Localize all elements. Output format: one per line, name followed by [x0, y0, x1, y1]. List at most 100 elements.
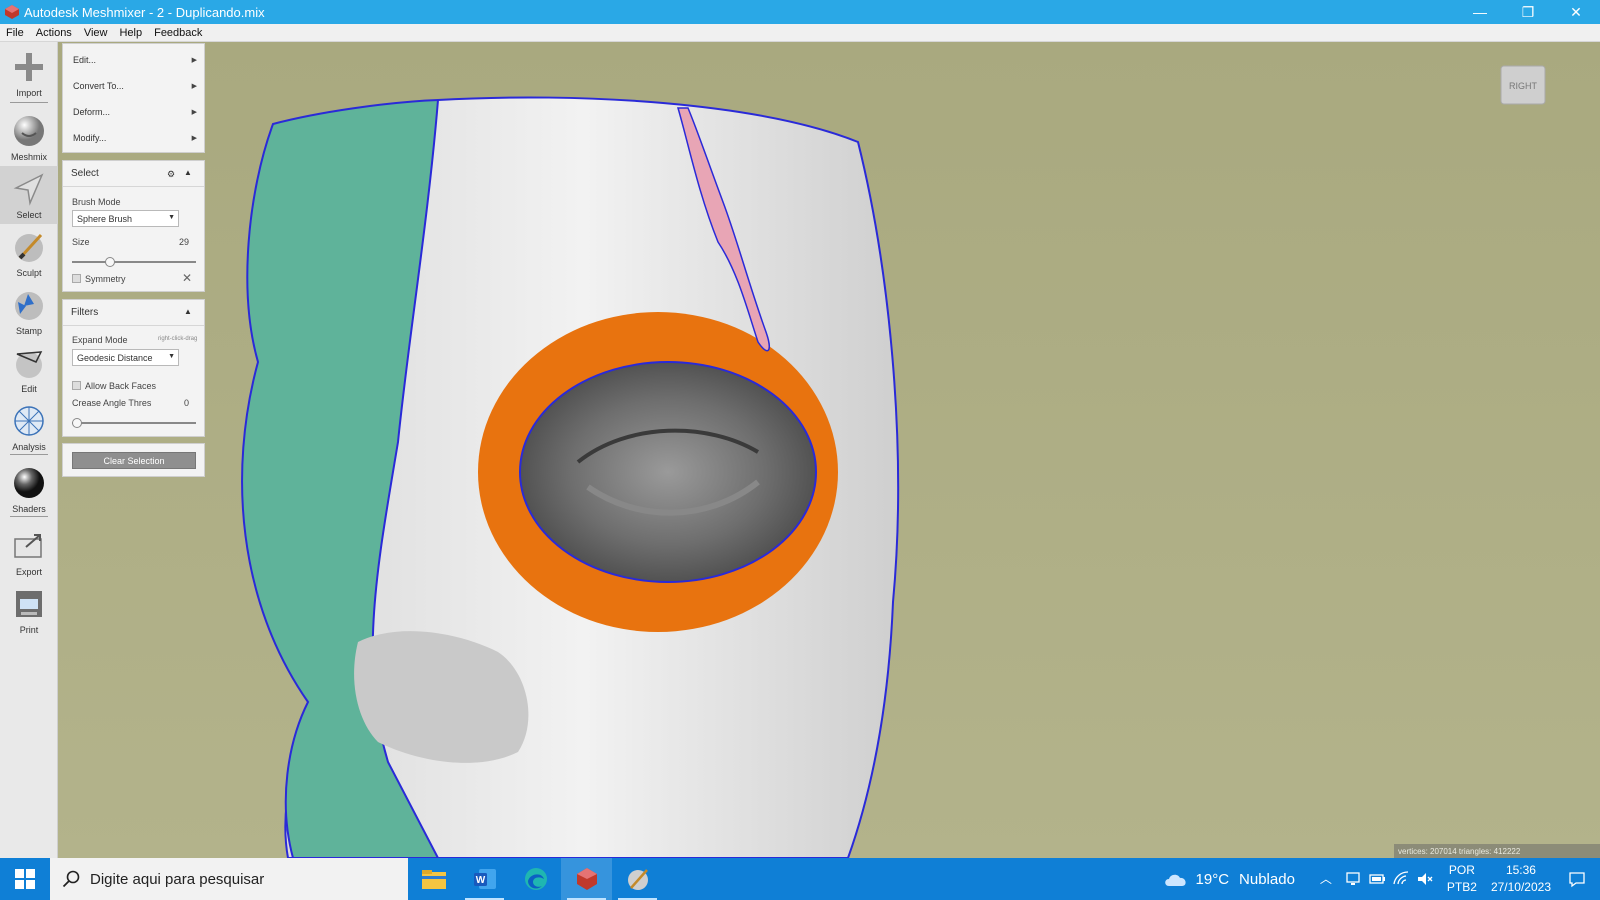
tool-label: Print [19, 625, 39, 635]
size-slider-handle[interactable] [105, 257, 116, 267]
minimize-button[interactable]: — [1456, 0, 1504, 24]
tool-edit[interactable]: Edit [0, 340, 58, 398]
crease-angle-value: 0 [184, 398, 190, 408]
tool-label: Import [16, 88, 42, 98]
tool-print[interactable]: Print [0, 581, 58, 639]
select-panel-header[interactable]: Select ⚙ ▲ [63, 161, 204, 187]
tool-stamp[interactable]: Stamp [0, 282, 58, 340]
clear-selection-button[interactable]: Clear Selection [72, 452, 196, 469]
symmetry-tool-icon[interactable]: ✕ [182, 271, 192, 285]
collapse-icon[interactable]: ▲ [184, 168, 192, 177]
expand-mode-hint: right-click-drag [158, 336, 198, 342]
tool-analysis[interactable]: Analysis [0, 398, 58, 456]
chevron-down-icon: ▼ [168, 214, 175, 221]
expand-mode-dropdown[interactable]: Geodesic Distance ▼ [72, 349, 179, 366]
menu-edit-submenu[interactable]: Edit... ▶ [73, 53, 197, 67]
tool-export[interactable]: Export [0, 523, 58, 581]
tool-label: Shaders [12, 504, 46, 514]
menu-modify-submenu[interactable]: Modify... ▶ [73, 131, 197, 145]
taskbar-meshmixer[interactable] [561, 858, 612, 900]
start-button[interactable] [0, 858, 50, 900]
menu-view[interactable]: View [78, 27, 114, 39]
tool-select[interactable]: Select [0, 166, 58, 224]
submenu-label: Convert To... [73, 81, 124, 91]
menu-deform-submenu[interactable]: Deform... ▶ [73, 105, 197, 119]
weather-widget[interactable]: 19°C Nublado [1162, 870, 1295, 888]
submenu-label: Edit... [73, 55, 97, 65]
plus-icon [15, 53, 43, 81]
collapse-icon[interactable]: ▲ [184, 307, 192, 316]
tool-meshmix[interactable]: Meshmix [0, 108, 58, 166]
dropdown-value: Sphere Brush [77, 213, 133, 224]
cloud-icon [1164, 874, 1186, 886]
tool-sculpt[interactable]: Sculpt [0, 224, 58, 282]
file-explorer-icon [421, 870, 446, 889]
windows-logo-icon [15, 869, 35, 889]
taskbar-edge[interactable] [510, 858, 561, 900]
title-bar: Autodesk Meshmixer - 2 - Duplicando.mix … [0, 0, 1600, 24]
clock-time: 15:36 [1505, 863, 1536, 877]
display-icon[interactable] [1344, 870, 1362, 888]
submenu-label: Deform... [73, 107, 111, 117]
tool-label: Select [16, 210, 42, 220]
taskbar-search[interactable]: Digite aqui para pesquisar [50, 858, 408, 900]
tool-label: Analysis [12, 442, 46, 452]
expand-mode-label: Expand Mode [72, 335, 128, 345]
triangle-right-icon: ▶ [191, 135, 197, 142]
crease-angle-slider-handle[interactable] [72, 418, 82, 428]
tool-label: Edit [21, 384, 37, 394]
menu-actions[interactable]: Actions [30, 27, 78, 39]
taskbar-word[interactable]: W [459, 858, 510, 900]
menu-feedback[interactable]: Feedback [148, 27, 208, 39]
menu-bar: File Actions View Help Feedback [0, 24, 1600, 42]
symmetry-checkbox[interactable] [72, 274, 81, 283]
toolbar-divider [10, 516, 48, 517]
wifi-icon[interactable] [1392, 870, 1410, 888]
3d-viewport[interactable]: RIGHT vertices: 207014 triangles: 412222 [58, 42, 1600, 858]
menu-file[interactable]: File [0, 27, 30, 39]
input-language[interactable]: POR PTB2 [1447, 862, 1477, 896]
filters-panel: Filters ▲ Expand Mode right-click-drag G… [62, 299, 205, 437]
tool-shaders[interactable]: Shaders [0, 460, 58, 518]
taskbar-file-explorer[interactable] [408, 858, 459, 900]
search-icon [62, 870, 80, 888]
system-tray: 19°C Nublado ︿ POR PTB2 15:36 27/10/2023 [1162, 858, 1600, 900]
menu-help[interactable]: Help [113, 27, 148, 39]
tool-import[interactable]: Import [0, 44, 58, 102]
window-title: Autodesk Meshmixer - 2 - Duplicando.mix [24, 4, 265, 20]
gear-icon[interactable]: ⚙ [167, 169, 175, 180]
lang-layout: PTB2 [1446, 880, 1477, 894]
notifications-icon[interactable] [1568, 870, 1586, 888]
left-toolbar: Import Meshmix Select Sculpt Stamp Edit [0, 42, 58, 858]
crease-angle-label: Crease Angle Thres [72, 398, 152, 408]
brush-mode-dropdown[interactable]: Sphere Brush ▼ [72, 210, 179, 227]
battery-icon[interactable] [1368, 870, 1386, 888]
chevron-up-icon[interactable]: ︿ [1320, 870, 1338, 888]
view-cube-label: RIGHT [1509, 81, 1538, 91]
taskbar-sculpt-app[interactable] [612, 858, 663, 900]
weather-desc: Nublado [1239, 870, 1295, 888]
printer-icon [16, 591, 42, 617]
submenu-label: Modify... [73, 133, 107, 143]
crease-angle-slider-track[interactable] [72, 422, 196, 424]
triangle-right-icon: ▶ [191, 83, 197, 90]
dropdown-value: Geodesic Distance [77, 352, 153, 363]
windows-taskbar: Digite aqui para pesquisar W 19°C Nublad… [0, 858, 1600, 900]
menu-convert-submenu[interactable]: Convert To... ▶ [73, 79, 197, 93]
tool-label: Stamp [15, 326, 42, 336]
speaker-muted-icon[interactable] [1416, 870, 1434, 888]
filters-panel-header[interactable]: Filters ▲ [63, 300, 204, 326]
close-button[interactable]: ✕ [1552, 0, 1600, 24]
view-cube[interactable]: RIGHT [1499, 64, 1549, 108]
triangle-right-icon: ▶ [191, 57, 197, 64]
triangle-right-icon: ▶ [191, 109, 197, 116]
size-slider-track[interactable] [72, 261, 196, 263]
restore-button[interactable]: ❐ [1504, 0, 1552, 24]
sculpt-app-icon [627, 869, 648, 890]
allow-back-faces-checkbox[interactable] [72, 381, 81, 390]
tool-label: Sculpt [16, 268, 42, 278]
clear-selection-panel: Clear Selection [62, 443, 205, 477]
clock[interactable]: 15:36 27/10/2023 [1491, 862, 1551, 896]
allow-back-faces-label: Allow Back Faces [85, 381, 157, 391]
mesh-render [58, 42, 1600, 858]
